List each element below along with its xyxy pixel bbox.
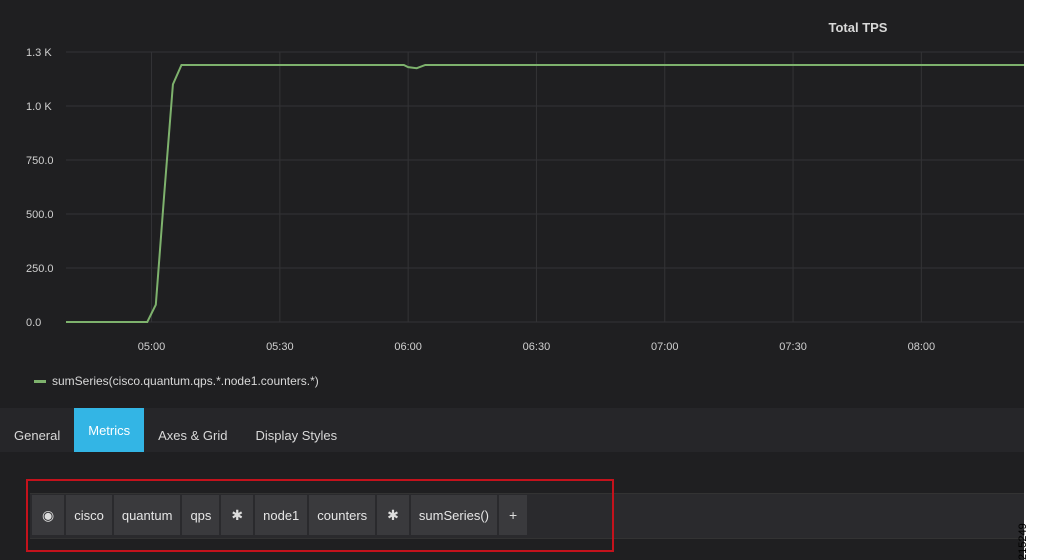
legend-swatch <box>34 379 46 383</box>
x-tick-label: 05:00 <box>138 341 166 353</box>
dashboard-panel: Total TPS 0.0 250.0 500.0 750.0 1.0 K 1.3 K 05… <box>0 0 1024 560</box>
wildcard-icon[interactable]: ✱ <box>221 495 254 535</box>
query-segment-quantum[interactable]: quantum <box>113 495 181 535</box>
query-segment-qps[interactable]: qps <box>182 495 220 535</box>
legend[interactable]: sumSeries(cisco.quantum.qps.*.node1.coun… <box>34 374 319 388</box>
eye-icon[interactable]: ◉ <box>32 495 65 535</box>
tab-metrics[interactable]: Metrics <box>74 408 145 452</box>
plus-icon[interactable]: + <box>498 495 528 535</box>
x-tick-label: 06:00 <box>394 341 422 353</box>
y-tick-label: 0.0 <box>26 317 41 329</box>
x-tick-label: 08:00 <box>908 341 936 353</box>
x-tick-label: 07:30 <box>779 341 807 353</box>
query-segment-node1[interactable]: node1 <box>255 495 308 535</box>
editor-tabs: General Metrics Axes & Grid Display Styl… <box>0 408 1024 452</box>
y-tick-label: 1.0 K <box>26 101 52 113</box>
tab-general[interactable]: General <box>0 418 74 452</box>
series-line <box>66 63 1024 323</box>
graph-panel: Total TPS 0.0 250.0 500.0 750.0 1.0 K 1.3 K 05… <box>0 0 1024 408</box>
x-tick-label: 06:30 <box>523 341 551 353</box>
y-tick-label: 500.0 <box>26 209 54 221</box>
y-tick-label: 250.0 <box>26 263 54 275</box>
query-segment-cisco[interactable]: cisco <box>66 495 112 535</box>
chart-svg: 0.0 250.0 500.0 750.0 1.0 K 1.3 K 05:00 05:30 06… <box>26 47 1024 353</box>
query-segments: ◉ cisco quantum qps ✱ node1 counters ✱ sumSeries… <box>32 495 528 535</box>
y-tick-label: 1.3 K <box>26 47 52 59</box>
y-tick-label: 750.0 <box>26 155 54 167</box>
x-tick-label: 07:00 <box>651 341 679 353</box>
tab-axes-grid[interactable]: Axes & Grid <box>144 418 241 452</box>
query-segment-sumseries-[interactable]: sumSeries() <box>410 495 497 535</box>
figure-id-text: 215249 <box>1017 523 1029 560</box>
tab-display-styles[interactable]: Display Styles <box>242 418 352 452</box>
legend-label: sumSeries(cisco.quantum.qps.*.node1.coun… <box>52 374 319 388</box>
x-tick-label: 05:30 <box>266 341 294 353</box>
query-segment-counters[interactable]: counters <box>309 495 376 535</box>
wildcard-icon[interactable]: ✱ <box>377 495 409 535</box>
figure-id: 215249 <box>1017 470 1043 560</box>
